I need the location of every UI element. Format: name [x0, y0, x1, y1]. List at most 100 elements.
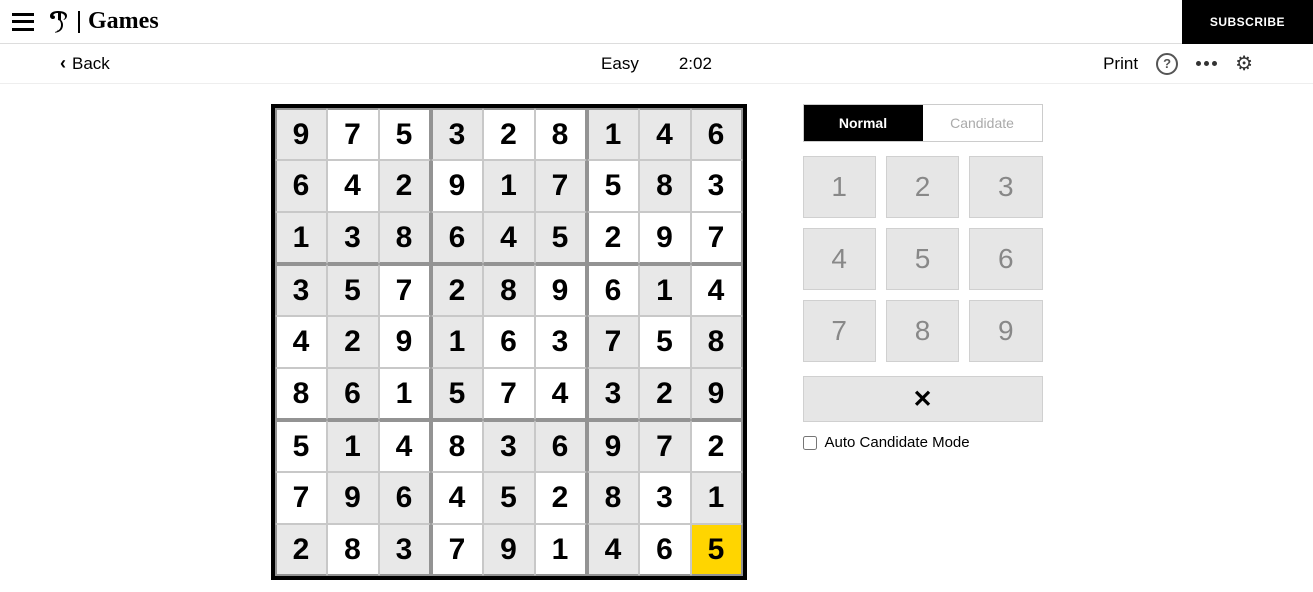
sudoku-cell[interactable]: 4: [587, 524, 639, 576]
sudoku-cell[interactable]: 2: [275, 524, 327, 576]
subscribe-button[interactable]: SUBSCRIBE: [1182, 0, 1313, 44]
sudoku-cell[interactable]: 8: [639, 160, 691, 212]
sudoku-cell[interactable]: 7: [639, 420, 691, 472]
sudoku-cell[interactable]: 2: [327, 316, 379, 368]
sudoku-cell[interactable]: 5: [379, 108, 431, 160]
sudoku-cell[interactable]: 1: [587, 108, 639, 160]
keypad-4[interactable]: 4: [803, 228, 876, 290]
sudoku-cell[interactable]: 3: [327, 212, 379, 264]
sudoku-cell[interactable]: 8: [327, 524, 379, 576]
sudoku-cell[interactable]: 9: [483, 524, 535, 576]
sudoku-cell[interactable]: 2: [587, 212, 639, 264]
keypad-1[interactable]: 1: [803, 156, 876, 218]
sudoku-cell[interactable]: 1: [535, 524, 587, 576]
sudoku-cell[interactable]: 9: [639, 212, 691, 264]
sudoku-cell[interactable]: 6: [327, 368, 379, 420]
sudoku-cell[interactable]: 5: [327, 264, 379, 316]
sudoku-cell[interactable]: 5: [639, 316, 691, 368]
keypad-9[interactable]: 9: [969, 300, 1042, 362]
sudoku-cell[interactable]: 3: [587, 368, 639, 420]
sudoku-cell[interactable]: 4: [379, 420, 431, 472]
keypad-6[interactable]: 6: [969, 228, 1042, 290]
keypad-8[interactable]: 8: [886, 300, 959, 362]
sudoku-cell[interactable]: 1: [379, 368, 431, 420]
mode-candidate-button[interactable]: Candidate: [923, 105, 1042, 141]
sudoku-cell[interactable]: 9: [275, 108, 327, 160]
sudoku-cell[interactable]: 5: [431, 368, 483, 420]
print-link[interactable]: Print: [1103, 54, 1138, 74]
mode-normal-button[interactable]: Normal: [804, 105, 923, 141]
sudoku-cell[interactable]: 8: [691, 316, 743, 368]
sudoku-cell[interactable]: 8: [587, 472, 639, 524]
sudoku-cell[interactable]: 1: [483, 160, 535, 212]
sudoku-cell[interactable]: 3: [275, 264, 327, 316]
sudoku-cell[interactable]: 8: [275, 368, 327, 420]
sudoku-cell[interactable]: 3: [639, 472, 691, 524]
keypad-7[interactable]: 7: [803, 300, 876, 362]
sudoku-cell[interactable]: 8: [535, 108, 587, 160]
sudoku-cell[interactable]: 2: [379, 160, 431, 212]
sudoku-cell[interactable]: 5: [535, 212, 587, 264]
sudoku-cell[interactable]: 6: [483, 316, 535, 368]
sudoku-cell[interactable]: 4: [639, 108, 691, 160]
sudoku-cell[interactable]: 7: [275, 472, 327, 524]
sudoku-cell[interactable]: 5: [587, 160, 639, 212]
sudoku-cell[interactable]: 7: [327, 108, 379, 160]
sudoku-cell[interactable]: 9: [379, 316, 431, 368]
auto-candidate-toggle[interactable]: Auto Candidate Mode: [803, 434, 1043, 451]
sudoku-cell[interactable]: 9: [327, 472, 379, 524]
delete-button[interactable]: ✕: [803, 376, 1043, 422]
sudoku-cell[interactable]: 8: [483, 264, 535, 316]
sudoku-cell[interactable]: 2: [535, 472, 587, 524]
nyt-games-logo[interactable]: Games: [46, 8, 159, 35]
sudoku-cell[interactable]: 1: [691, 472, 743, 524]
sudoku-cell[interactable]: 2: [691, 420, 743, 472]
sudoku-cell[interactable]: 4: [691, 264, 743, 316]
sudoku-cell[interactable]: 9: [691, 368, 743, 420]
sudoku-cell[interactable]: 7: [431, 524, 483, 576]
sudoku-cell[interactable]: 2: [431, 264, 483, 316]
sudoku-cell[interactable]: 1: [275, 212, 327, 264]
sudoku-cell[interactable]: 8: [379, 212, 431, 264]
sudoku-cell[interactable]: 3: [431, 108, 483, 160]
sudoku-cell[interactable]: 7: [535, 160, 587, 212]
sudoku-cell[interactable]: 8: [431, 420, 483, 472]
sudoku-cell[interactable]: 4: [275, 316, 327, 368]
sudoku-cell[interactable]: 3: [379, 524, 431, 576]
sudoku-cell[interactable]: 4: [483, 212, 535, 264]
sudoku-cell[interactable]: 7: [379, 264, 431, 316]
back-link[interactable]: ‹ Back: [60, 53, 110, 74]
keypad-5[interactable]: 5: [886, 228, 959, 290]
sudoku-cell[interactable]: 9: [587, 420, 639, 472]
sudoku-cell[interactable]: 4: [327, 160, 379, 212]
sudoku-cell[interactable]: 9: [535, 264, 587, 316]
sudoku-cell[interactable]: 6: [431, 212, 483, 264]
sudoku-cell[interactable]: 7: [691, 212, 743, 264]
keypad-3[interactable]: 3: [969, 156, 1042, 218]
sudoku-cell[interactable]: 6: [379, 472, 431, 524]
sudoku-cell[interactable]: 1: [431, 316, 483, 368]
sudoku-cell[interactable]: 3: [483, 420, 535, 472]
sudoku-cell[interactable]: 2: [639, 368, 691, 420]
sudoku-cell[interactable]: 3: [535, 316, 587, 368]
sudoku-cell[interactable]: 6: [691, 108, 743, 160]
sudoku-cell[interactable]: 6: [275, 160, 327, 212]
auto-candidate-checkbox[interactable]: [803, 436, 817, 450]
sudoku-cell[interactable]: 7: [483, 368, 535, 420]
more-icon[interactable]: [1196, 61, 1217, 66]
sudoku-cell[interactable]: 5: [691, 524, 743, 576]
help-icon[interactable]: ?: [1156, 53, 1178, 75]
sudoku-cell[interactable]: 6: [587, 264, 639, 316]
sudoku-cell[interactable]: 6: [535, 420, 587, 472]
sudoku-cell[interactable]: 4: [535, 368, 587, 420]
sudoku-cell[interactable]: 7: [587, 316, 639, 368]
sudoku-cell[interactable]: 5: [275, 420, 327, 472]
sudoku-cell[interactable]: 2: [483, 108, 535, 160]
keypad-2[interactable]: 2: [886, 156, 959, 218]
hamburger-menu-icon[interactable]: [12, 13, 34, 31]
sudoku-cell[interactable]: 5: [483, 472, 535, 524]
sudoku-cell[interactable]: 9: [431, 160, 483, 212]
settings-gear-icon[interactable]: ⚙: [1235, 51, 1253, 76]
sudoku-cell[interactable]: 6: [639, 524, 691, 576]
sudoku-cell[interactable]: 3: [691, 160, 743, 212]
